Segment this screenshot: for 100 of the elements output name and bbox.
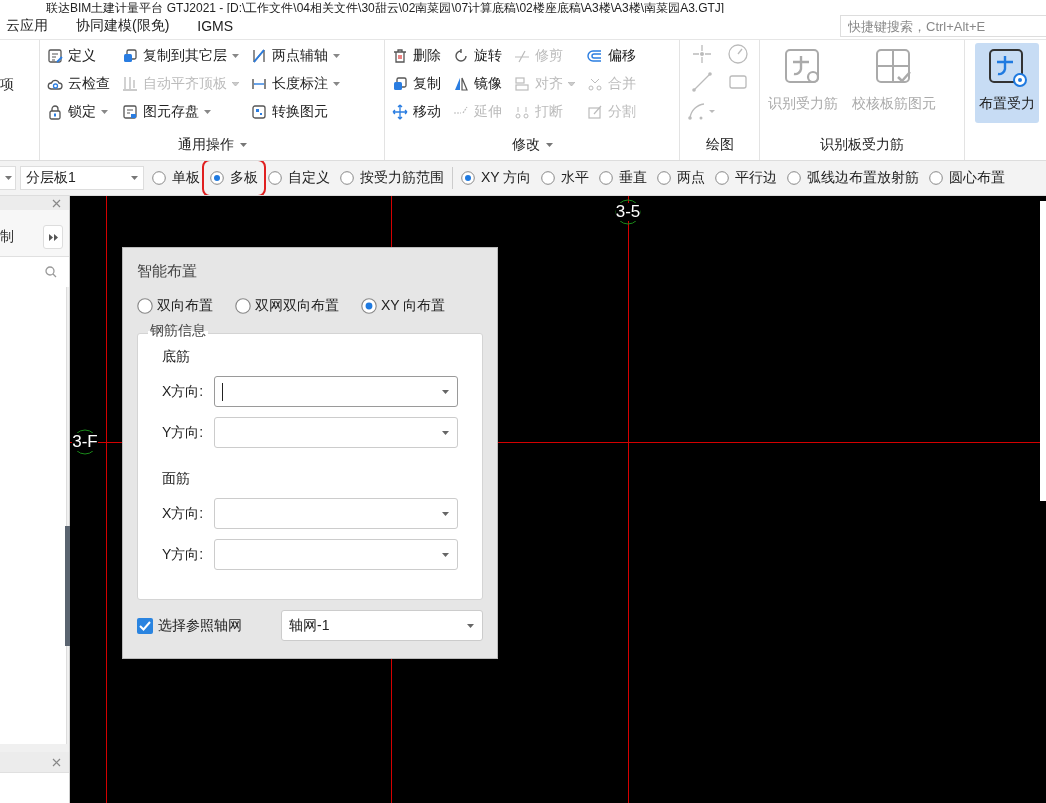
option-label[interactable]: 多板 <box>230 169 258 187</box>
radio-button[interactable] <box>361 298 377 314</box>
circle-icon[interactable] <box>727 43 749 65</box>
list-icon <box>47 48 63 64</box>
ribbon-button[interactable]: 定义 <box>44 42 113 70</box>
copy-icon <box>392 76 408 92</box>
radio-button[interactable] <box>210 171 224 185</box>
radio-button[interactable] <box>152 171 166 185</box>
caret-icon <box>467 623 474 628</box>
ribbon-button[interactable]: 删除 <box>389 42 444 70</box>
option-label[interactable]: 按受力筋范围 <box>360 169 444 187</box>
ribbon-button[interactable]: 偏移 <box>584 42 639 70</box>
field-label: X方向: <box>162 382 205 401</box>
align-top-icon <box>122 76 138 92</box>
ribbon-button[interactable]: 复制到其它层 <box>119 42 242 70</box>
radio-button[interactable] <box>137 298 153 314</box>
ribbon-button[interactable]: 镜像 <box>450 70 505 98</box>
mirror-icon <box>453 76 469 92</box>
ribbon-button[interactable]: 锁定 <box>44 98 113 126</box>
line-icon[interactable] <box>691 71 713 93</box>
dropdown-field[interactable] <box>214 498 458 529</box>
field-label: Y方向: <box>162 423 205 442</box>
option-label[interactable]: 平行边 <box>735 169 778 187</box>
option-label[interactable]: 弧线边布置放射筋 <box>807 169 920 187</box>
menu-item[interactable]: IGMS <box>191 18 240 34</box>
axis-marker: 3-5 <box>614 198 642 226</box>
ribbon-button[interactable]: 云检查 <box>44 70 113 98</box>
convert-icon <box>251 104 267 120</box>
dropdown-field[interactable] <box>214 539 458 570</box>
caret-icon <box>442 552 449 557</box>
search-icon <box>45 266 57 278</box>
option-label[interactable]: 圆心布置 <box>949 169 1006 187</box>
group-title: 钢筋信息 <box>148 322 208 340</box>
option-label[interactable]: 双向布置 <box>157 297 213 315</box>
field-label: Y方向: <box>162 545 205 564</box>
caret-icon <box>442 430 449 435</box>
radio-button[interactable] <box>268 171 282 185</box>
caret-icon <box>545 143 553 147</box>
radio-button[interactable] <box>461 171 475 185</box>
align-icon <box>514 76 530 92</box>
shortcut-search-field[interactable]: 快捷键搜索，Ctrl+Alt+E <box>840 15 1046 37</box>
expand-button[interactable] <box>43 225 63 249</box>
group-title: 识别板受力筋 <box>820 136 904 154</box>
option-label[interactable]: 双网双向布置 <box>255 297 339 315</box>
ribbon-button[interactable]: 移动 <box>389 98 444 126</box>
caret-icon <box>5 176 12 180</box>
menu-item[interactable]: 云应用 <box>0 17 54 35</box>
dropdown-field[interactable] <box>214 376 458 407</box>
option-label[interactable]: 垂直 <box>619 169 648 187</box>
layer-dropdown[interactable]: 分层板1 <box>20 166 144 190</box>
option-label[interactable]: 水平 <box>561 169 590 187</box>
offset-icon <box>587 48 603 64</box>
ribbon-button[interactable]: 长度标注 <box>248 70 343 98</box>
break-icon <box>514 104 530 120</box>
caret-icon <box>239 143 247 147</box>
radio-button[interactable] <box>657 171 672 185</box>
dimension-icon <box>251 76 267 92</box>
radio-button[interactable] <box>541 171 556 185</box>
option-label[interactable]: 单板 <box>172 169 200 187</box>
close-icon[interactable] <box>52 198 61 208</box>
point-icon[interactable] <box>691 43 713 65</box>
ribbon-button[interactable]: 两点辅轴 <box>248 42 343 70</box>
group-title[interactable]: 通用操作 <box>177 136 234 154</box>
split-icon <box>587 104 603 120</box>
ribbon-button[interactable]: 转换图元 <box>248 98 343 126</box>
lock-icon <box>47 104 63 120</box>
ribbon-button[interactable]: 复制 <box>389 70 444 98</box>
panel-tab[interactable]: 制 <box>0 228 14 246</box>
close-icon[interactable] <box>52 757 61 767</box>
save-list-icon <box>122 104 138 120</box>
checkbox-label[interactable]: 选择参照轴网 <box>158 616 242 635</box>
search-field[interactable] <box>0 256 69 287</box>
radio-button[interactable] <box>929 171 944 185</box>
radio-button[interactable] <box>599 171 614 185</box>
splitter-handle[interactable] <box>65 526 70 646</box>
radio-button[interactable] <box>787 171 802 185</box>
radio-button[interactable] <box>715 171 730 185</box>
checkbox[interactable] <box>137 617 153 634</box>
ribbon-button[interactable]: 图元存盘 <box>119 98 242 126</box>
group-title[interactable]: 修改 <box>511 136 540 154</box>
radio-button[interactable] <box>235 298 251 314</box>
move-icon <box>392 104 408 120</box>
option-label[interactable]: XY 方向 <box>481 169 532 187</box>
rotate-icon <box>453 48 469 64</box>
grid-dropdown[interactable]: 轴网-1 <box>281 610 483 641</box>
trash-icon <box>392 48 408 64</box>
ribbon-button[interactable]: 旋转 <box>450 42 505 70</box>
dialog-title: 智能布置 <box>137 262 198 281</box>
caret-icon <box>131 176 138 180</box>
option-label[interactable]: 两点 <box>677 169 706 187</box>
menu-item[interactable]: 协同建模(限免) <box>70 17 176 35</box>
option-label[interactable]: 自定义 <box>288 169 330 187</box>
double-arrow-icon <box>48 233 58 241</box>
section-title: 底筋 <box>162 348 191 366</box>
dropdown-field[interactable] <box>214 417 458 448</box>
caret-icon <box>442 511 449 516</box>
option-label[interactable]: XY 向布置 <box>381 297 446 315</box>
radio-button[interactable] <box>340 171 354 185</box>
group-title: 绘图 <box>705 136 734 154</box>
dropdown[interactable] <box>0 166 16 190</box>
